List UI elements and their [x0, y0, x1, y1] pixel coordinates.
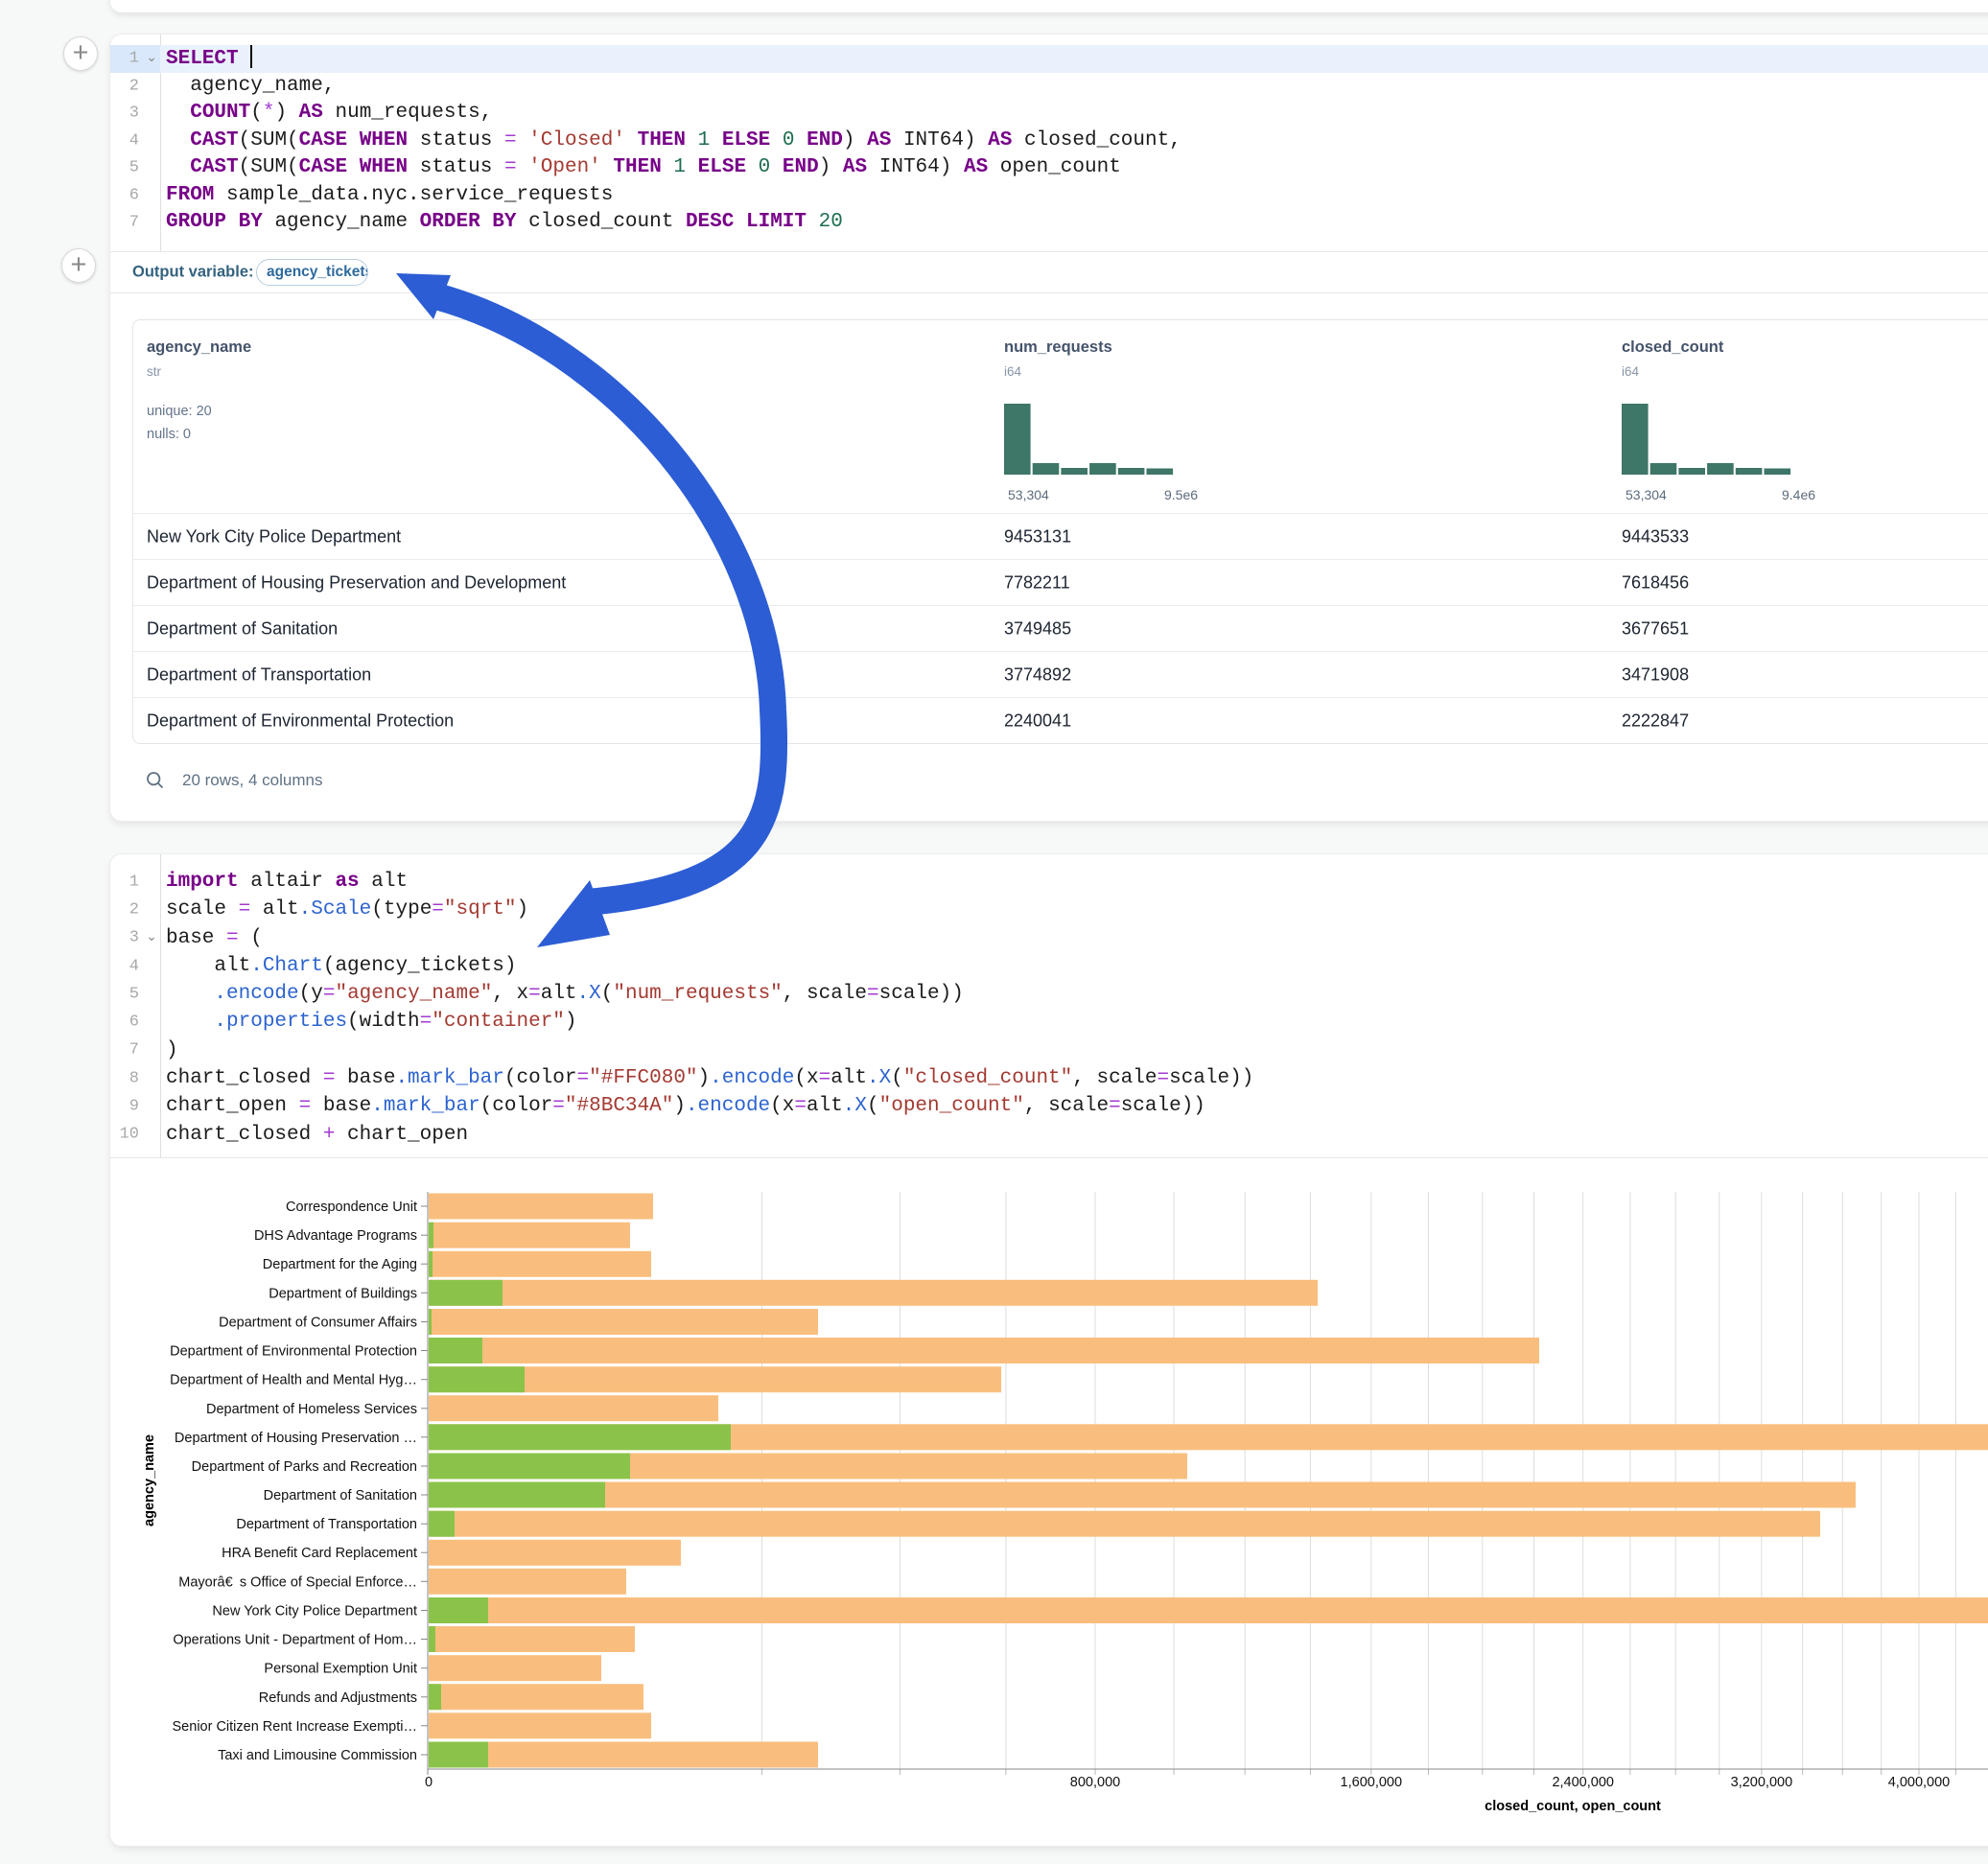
svg-text:Department of Transportation: Department of Transportation	[236, 1517, 417, 1532]
svg-text:2,400,000: 2,400,000	[1552, 1775, 1614, 1790]
svg-text:Taxi and Limousine Commission: Taxi and Limousine Commission	[218, 1748, 417, 1763]
svg-text:0: 0	[425, 1775, 433, 1790]
svg-text:Mayorâ€ s Office of Special En: Mayorâ€ s Office of Special Enforce…	[178, 1574, 417, 1590]
svg-text:Department of Homeless Service: Department of Homeless Services	[206, 1402, 417, 1417]
svg-text:closed_count, open_count: closed_count, open_count	[1485, 1799, 1661, 1814]
svg-text:Personal Exemption Unit: Personal Exemption Unit	[264, 1662, 417, 1677]
svg-text:HRA Benefit Card Replacement: HRA Benefit Card Replacement	[222, 1546, 417, 1561]
svg-text:3,200,000: 3,200,000	[1731, 1775, 1793, 1790]
svg-text:agency_name: agency_name	[142, 1434, 157, 1526]
svg-text:Senior Citizen Rent Increase E: Senior Citizen Rent Increase Exempti…	[173, 1719, 417, 1735]
svg-text:800,000: 800,000	[1070, 1775, 1120, 1790]
svg-text:Department of Housing Preserva: Department of Housing Preservation …	[175, 1431, 417, 1446]
svg-text:Department of Sanitation: Department of Sanitation	[264, 1488, 417, 1503]
svg-text:Department of Environmental Pr: Department of Environmental Protection	[170, 1344, 417, 1360]
svg-text:Correspondence Unit: Correspondence Unit	[286, 1200, 417, 1215]
svg-text:New York City Police Departmen: New York City Police Department	[212, 1604, 417, 1619]
svg-text:Department of Parks and Recrea: Department of Parks and Recreation	[192, 1459, 417, 1475]
svg-text:Department of Buildings: Department of Buildings	[269, 1286, 417, 1301]
svg-text:Operations Unit - Department o: Operations Unit - Department of Hom…	[173, 1633, 417, 1648]
svg-text:Department of Health and Menta: Department of Health and Mental Hyg…	[170, 1373, 417, 1388]
svg-text:1,600,000: 1,600,000	[1341, 1775, 1403, 1790]
svg-text:Department of Consumer Affairs: Department of Consumer Affairs	[219, 1316, 417, 1331]
svg-text:DHS Advantage Programs: DHS Advantage Programs	[254, 1228, 417, 1244]
svg-text:Refunds and Adjustments: Refunds and Adjustments	[259, 1690, 417, 1706]
svg-text:Department for the Aging: Department for the Aging	[263, 1257, 417, 1272]
svg-text:4,000,000: 4,000,000	[1888, 1775, 1951, 1790]
